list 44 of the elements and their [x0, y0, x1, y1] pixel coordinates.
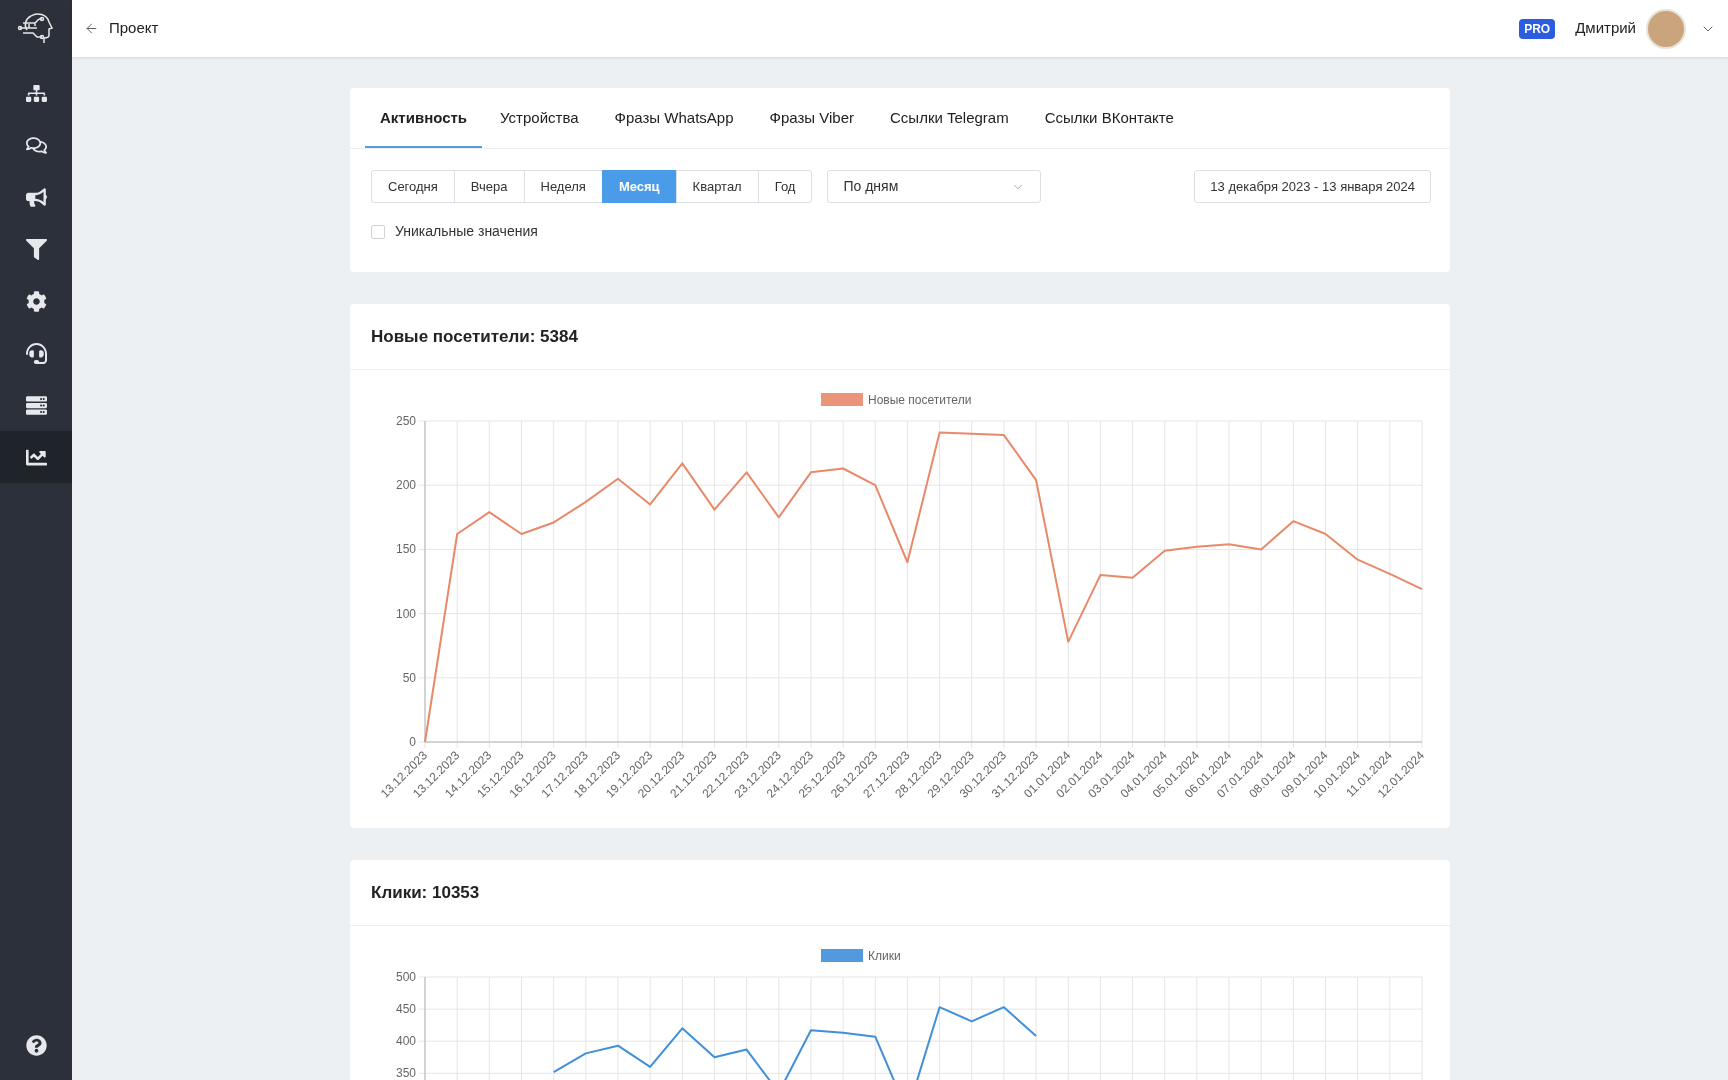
y-tick-label: 400 — [395, 1034, 416, 1049]
y-tick-label: 100 — [395, 606, 416, 621]
legend-label: Клики — [868, 949, 901, 963]
tab[interactable]: Фразы Viber — [751, 88, 872, 148]
period-button[interactable]: Вчера — [453, 170, 525, 203]
chart-title: Новые посетители: 5384 — [371, 325, 578, 348]
sidebar-item[interactable] — [0, 431, 72, 483]
megaphone-icon — [25, 186, 47, 208]
date-range-field[interactable]: 13 декабря 2023 - 13 января 2024 — [1194, 170, 1431, 203]
y-tick-label: 500 — [395, 970, 416, 984]
user-name: Дмитрий — [1575, 18, 1636, 39]
logo-icon[interactable] — [17, 11, 55, 46]
tab[interactable]: Ссылки Telegram — [872, 88, 1027, 148]
checkbox[interactable] — [371, 224, 385, 239]
y-tick-label: 450 — [395, 1002, 416, 1017]
help-icon — [25, 1035, 47, 1056]
legend-swatch[interactable] — [821, 393, 863, 406]
y-tick-label: 200 — [395, 478, 416, 493]
y-tick-label: 150 — [395, 542, 416, 557]
chart-title: Клики: 10353 — [371, 881, 480, 904]
filter-icon — [25, 238, 47, 260]
tab[interactable]: Ссылки ВКонтакте — [1026, 88, 1192, 148]
y-tick-label: 350 — [395, 1066, 416, 1080]
tab[interactable]: Активность — [365, 88, 483, 148]
tab[interactable]: Устройства — [482, 88, 597, 148]
legend-swatch[interactable] — [821, 949, 863, 962]
back-link[interactable]: Проект — [84, 17, 159, 40]
period-button[interactable]: Сегодня — [371, 170, 455, 203]
pro-badge: PRO — [1519, 18, 1556, 39]
y-tick-label: 50 — [402, 670, 416, 685]
tab[interactable]: Фразы WhatsApp — [596, 88, 752, 148]
help-button[interactable] — [25, 1035, 47, 1056]
y-tick-label: 250 — [395, 414, 416, 428]
settings-icon — [25, 290, 47, 312]
legend-label: Новые посетители — [868, 393, 972, 407]
server-icon — [25, 394, 47, 416]
period-button[interactable]: Год — [757, 170, 813, 203]
period-button[interactable]: Квартал — [675, 170, 759, 203]
sitemap-icon — [25, 82, 47, 104]
headset-icon — [25, 342, 47, 364]
grouping-select[interactable]: По дням — [827, 170, 1042, 203]
chat-bubbles-icon — [25, 134, 47, 156]
y-tick-label: 0 — [409, 735, 416, 749]
checkbox-label: Уникальные значения — [395, 222, 538, 241]
